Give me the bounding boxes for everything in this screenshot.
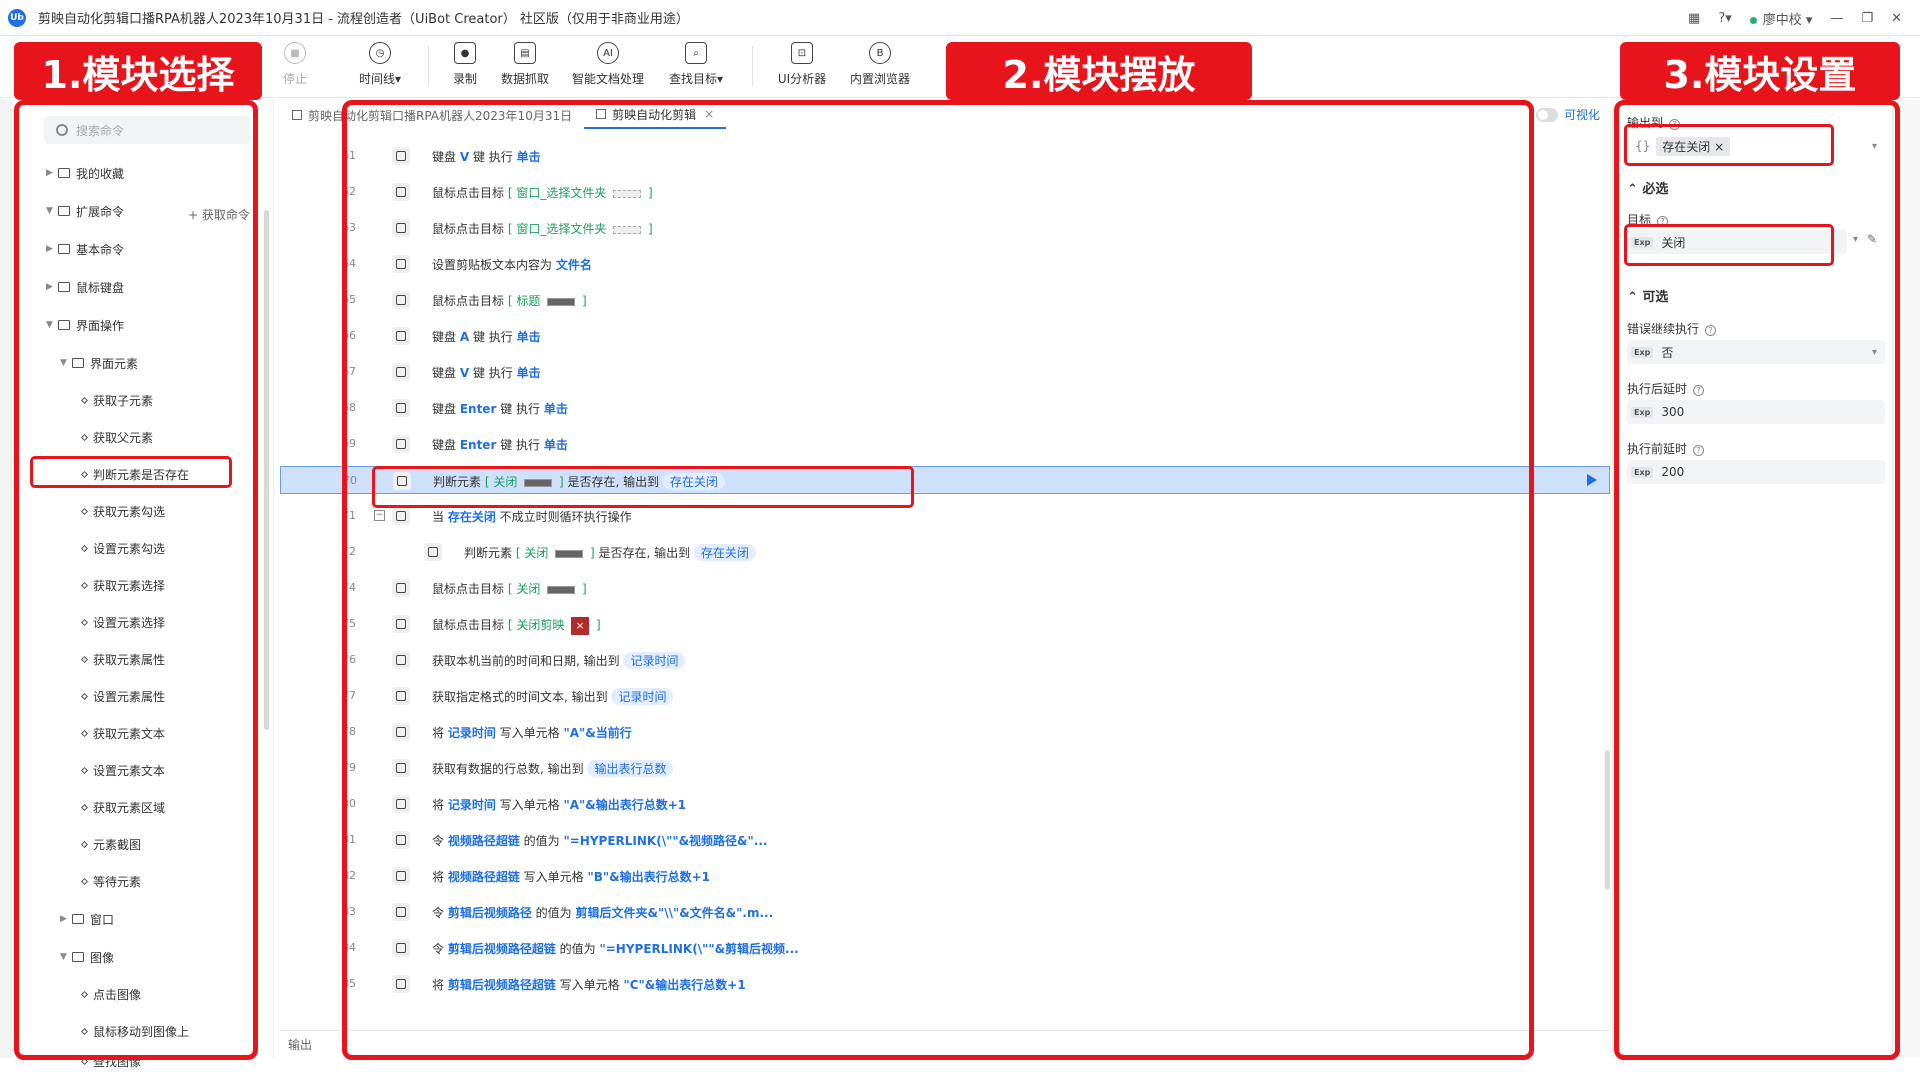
window-title: 剪映自动化剪辑口播RPA机器人2023年10月31日 - 流程创造者（UiBot… xyxy=(38,12,689,27)
app-window: Ub 剪映自动化剪辑口播RPA机器人2023年10月31日 - 流程创造者（Ui… xyxy=(0,0,1920,1080)
record-icon: ● xyxy=(454,42,476,64)
stop-label: 停止 xyxy=(282,72,307,86)
uibot-logo-icon: Ub xyxy=(8,8,26,27)
timeline-label: 时间线▾ xyxy=(358,72,402,86)
run-line-icon[interactable] xyxy=(1587,474,1597,486)
highlight-element-exists xyxy=(30,456,232,488)
apps-grid-icon[interactable]: ▦ xyxy=(1688,11,1700,26)
clock-icon: ◷ xyxy=(369,42,391,64)
user-name: 廖中校 xyxy=(1762,12,1802,28)
browser-button[interactable]: B 内置浏览器 xyxy=(840,42,920,87)
highlight-output-field xyxy=(1624,124,1834,166)
title-bar-actions: ▦ ?▾ 廖中校 ▾ — ❐ ✕ xyxy=(1688,0,1920,36)
data-capture-icon: ▤ xyxy=(514,42,536,64)
find-target-icon: ⌕ xyxy=(685,42,707,64)
title-bar: Ub 剪映自动化剪辑口播RPA机器人2023年10月31日 - 流程创造者（Ui… xyxy=(0,0,1920,36)
annotation-label-3: 3.模块设置 xyxy=(1620,42,1900,100)
online-status-icon xyxy=(1749,16,1757,24)
user-menu[interactable]: 廖中校 ▾ xyxy=(1749,9,1812,28)
visual-toggle-label: 可视化 xyxy=(1563,108,1600,122)
toolbar-divider xyxy=(752,46,753,86)
visual-toggle[interactable]: 可视化 xyxy=(1535,106,1600,123)
editor-scrollbar[interactable] xyxy=(1605,750,1610,890)
highlight-line-70 xyxy=(372,466,914,508)
find-target-label: 查找目标▾ xyxy=(668,72,724,86)
smart-doc-label: 智能文档处理 xyxy=(571,72,644,86)
restore-icon[interactable]: ❐ xyxy=(1861,11,1873,26)
flow-icon xyxy=(292,110,302,120)
ai-doc-icon: AI xyxy=(597,42,619,64)
data-capture-label: 数据抓取 xyxy=(500,72,549,86)
annotation-box-1 xyxy=(14,100,258,1060)
toggle-switch[interactable] xyxy=(1535,107,1558,122)
help-icon[interactable]: ?▾ xyxy=(1718,11,1731,26)
left-scrollbar[interactable] xyxy=(264,210,269,730)
stop-icon: ■ xyxy=(284,42,306,64)
annotation-label-1: 1.模块选择 xyxy=(14,42,262,100)
annotation-box-2 xyxy=(342,100,1534,1060)
record-label: 录制 xyxy=(452,72,477,86)
left-side-tabs[interactable] xyxy=(0,100,12,1058)
minimize-icon[interactable]: — xyxy=(1830,11,1843,26)
data-capture-button[interactable]: ▤ 数据抓取 xyxy=(485,42,565,87)
stop-button[interactable]: ■ 停止 xyxy=(255,42,335,87)
ui-analyzer-button[interactable]: ⊡ UI分析器 xyxy=(762,42,842,87)
smart-doc-button[interactable]: AI 智能文档处理 xyxy=(568,42,648,87)
highlight-target-field xyxy=(1624,224,1834,266)
ui-analyzer-icon: ⊡ xyxy=(791,42,813,64)
annotation-label-2: 2.模块摆放 xyxy=(946,42,1252,100)
find-target-button[interactable]: ⌕ 查找目标▾ xyxy=(656,42,736,87)
ui-analyzer-label: UI分析器 xyxy=(777,72,827,86)
close-window-icon[interactable]: ✕ xyxy=(1891,11,1902,26)
browser-icon: B xyxy=(869,42,891,64)
browser-label: 内置浏览器 xyxy=(849,72,910,86)
timeline-button[interactable]: ◷ 时间线▾ xyxy=(340,42,420,87)
